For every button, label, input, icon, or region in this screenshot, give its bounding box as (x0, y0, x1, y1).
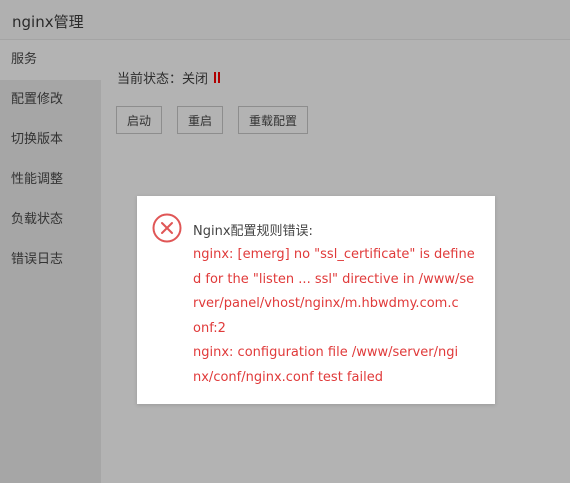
error-line: nginx: [emerg] no "ssl_certificate" is d… (193, 247, 475, 262)
error-line: d for the "listen ... ssl" directive in … (193, 271, 475, 287)
sidebar: 服务 配置修改 切换版本 性能调整 负载状态 错误日志 (0, 40, 101, 483)
start-button[interactable]: 启动 (116, 106, 162, 134)
error-message: nginx: [emerg] no "ssl_certificate" is d… (193, 243, 483, 390)
status-label: 当前状态：关闭 (117, 72, 209, 87)
error-dialog: Nginx配置规则错误: nginx: [emerg] no "ssl_cert… (137, 196, 495, 404)
sidebar-item-version[interactable]: 切换版本 (0, 120, 101, 160)
sidebar-item-config[interactable]: 配置修改 (0, 80, 101, 120)
error-line: rver/panel/vhost/nginx/m.hbwdmy.com.c (193, 296, 459, 311)
error-line: nx/conf/nginx.conf test failed (193, 369, 383, 385)
app-title: nginx管理 (12, 13, 84, 31)
service-status: 当前状态：关闭 (117, 68, 221, 87)
error-line: nginx: configuration file /www/server/ng… (193, 345, 459, 360)
error-title: Nginx配置规则错误: (193, 224, 313, 239)
error-icon (152, 213, 182, 243)
sidebar-item-performance[interactable]: 性能调整 (0, 160, 101, 200)
reload-config-button[interactable]: 重载配置 (238, 106, 308, 134)
sidebar-item-load-status[interactable]: 负载状态 (0, 200, 101, 240)
sidebar-item-service[interactable]: 服务 (0, 40, 101, 80)
title-bar: nginx管理 (0, 0, 570, 40)
restart-button[interactable]: 重启 (177, 106, 223, 134)
pause-icon (214, 72, 221, 83)
sidebar-item-error-log[interactable]: 错误日志 (0, 240, 101, 280)
error-line: onf:2 (193, 320, 226, 336)
